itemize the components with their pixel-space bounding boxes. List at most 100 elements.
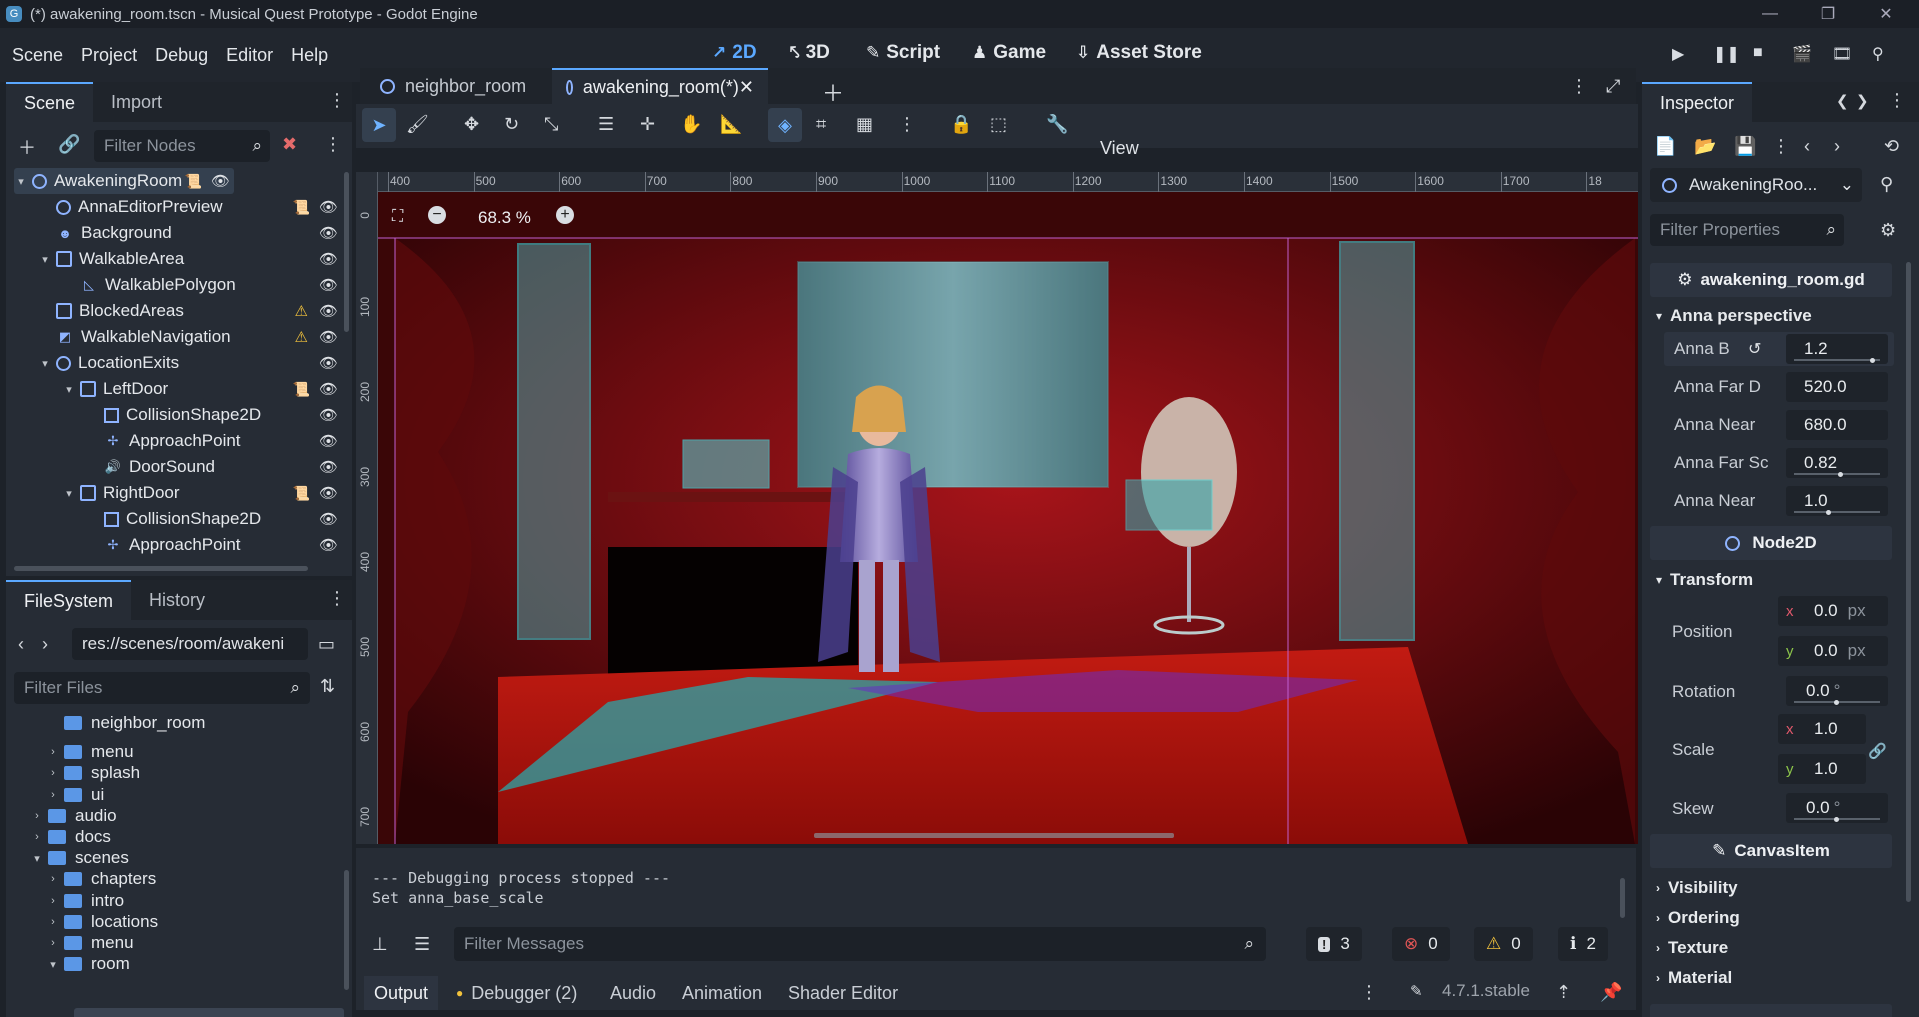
expand-arrow-icon[interactable]: › (46, 873, 60, 885)
expand-arrow-icon[interactable]: ▾ (62, 487, 76, 500)
visibility-eye-icon[interactable]: 👁 (319, 224, 338, 242)
filter-nodes-input[interactable]: Filter Nodes ⌕ (94, 130, 270, 162)
scene-tree-row[interactable]: ✢ ApproachPoint 👁 (14, 428, 342, 454)
menu-debug[interactable]: Debug (155, 45, 208, 66)
visibility-eye-icon[interactable]: 👁 (319, 380, 338, 398)
inspector-scrollbar[interactable] (1906, 262, 1911, 902)
slider-knob[interactable] (1870, 358, 1875, 363)
file-tree-row[interactable]: neighbor_room (14, 710, 205, 736)
scene-tree-row[interactable]: AnnaEditorPreview 👁 📜 (14, 194, 342, 220)
pin-panel-icon[interactable]: 📌 (1600, 982, 1622, 1003)
resource-menu-icon[interactable]: ⋮ (1772, 136, 1790, 157)
group-anna-perspective[interactable]: ▾ Anna perspective (1656, 306, 1812, 326)
section-visibility[interactable]: › Visibility (1656, 878, 1738, 898)
fs-menu-icon[interactable]: ⋮ (328, 588, 346, 609)
property-value-field[interactable]: 0.82 (1786, 448, 1888, 478)
ruler-mode-icon[interactable]: 📐 (720, 114, 742, 135)
scene-tree-row[interactable]: ▾ WalkableArea 👁 (14, 246, 342, 272)
move-mode-icon[interactable]: ✥ (464, 114, 479, 135)
info-toggle[interactable]: ℹ2 (1558, 927, 1608, 961)
list-select-icon[interactable]: ☰ (598, 114, 614, 135)
pause-icon[interactable]: ❚❚ (1713, 44, 1740, 64)
skew-slider-knob[interactable] (1834, 817, 1839, 822)
slider-knob[interactable] (1838, 472, 1843, 477)
script-icon[interactable]: 📜 (293, 199, 310, 216)
zoom-in-icon[interactable]: + (556, 206, 574, 224)
history-forward-icon[interactable]: ❯ (1856, 92, 1869, 110)
snap-menu-icon[interactable]: ⋮ (898, 114, 916, 135)
scene-options-icon[interactable]: ⋮ (324, 134, 342, 155)
scene-tree-row[interactable]: CollisionShape2D 👁 (14, 402, 342, 428)
close-tab-icon[interactable]: ✕ (739, 77, 754, 98)
grid-snap-icon[interactable]: ⌗ (816, 114, 826, 135)
output-scrollbar[interactable] (1620, 878, 1625, 918)
section-ordering[interactable]: › Ordering (1656, 908, 1740, 928)
back-icon[interactable]: ‹ (18, 634, 24, 655)
scene-tree-row[interactable]: ◩ WalkableNavigation 👁 ⚠ (14, 324, 342, 350)
expand-arrow-icon[interactable]: › (46, 937, 60, 949)
tab-audio[interactable]: Audio (600, 976, 666, 1010)
skew-field[interactable]: 0.0 ° (1786, 793, 1888, 823)
zoom-level[interactable]: 68.3 % (478, 208, 531, 228)
play-scene-icon[interactable]: 🎬 (1792, 44, 1812, 64)
visibility-eye-icon[interactable]: 👁 (211, 172, 230, 190)
scale-mode-icon[interactable]: ⤡ (544, 114, 558, 135)
workspace-2d[interactable]: ↗ 2D (712, 42, 757, 64)
menu-scene[interactable]: Scene (12, 45, 63, 66)
filter-files-input[interactable]: Filter Files ⌕ (14, 672, 310, 704)
scene-tree-hscrollbar[interactable] (14, 566, 308, 571)
link-scale-icon[interactable]: 🔗 (1868, 742, 1887, 760)
object-selector[interactable]: AwakeningRoo... ⌄ (1650, 168, 1862, 202)
restore-icon[interactable]: ❐ (1800, 0, 1856, 28)
scene-tree-row[interactable]: ✢ ApproachPoint 👁 (14, 532, 342, 558)
minimize-icon[interactable]: — (1742, 0, 1798, 28)
load-resource-icon[interactable]: 📂 (1694, 136, 1716, 157)
script-icon[interactable]: 📜 (185, 173, 202, 190)
forward-icon[interactable]: › (42, 634, 48, 655)
pan-mode-icon[interactable]: ✋ (680, 114, 702, 135)
movie-maker-icon[interactable]: ⚲ (1872, 44, 1884, 64)
scale-x-field[interactable]: x 1.0 (1778, 714, 1866, 744)
menu-help[interactable]: Help (291, 45, 328, 66)
tab-awakening-room[interactable]: awakening_room(*) ✕ (552, 68, 768, 104)
tab-shader-editor[interactable]: Shader Editor (778, 976, 908, 1010)
workspace-3d[interactable]: ⤣ 3D (790, 42, 830, 64)
viewport-2d[interactable]: ⛶ − 68.3 % + (378, 192, 1638, 844)
canvasitem-header[interactable]: ✎ CanvasItem (1650, 834, 1892, 868)
workspace-game[interactable]: ♟ Game (972, 42, 1046, 64)
distraction-free-icon[interactable]: ⤢ (1606, 76, 1620, 97)
errors-toggle[interactable]: ⊗ 0 (1392, 927, 1450, 961)
workspace-asset-store[interactable]: ⇩ Asset Store (1076, 42, 1202, 64)
messages-toggle[interactable]: ! 3 (1306, 927, 1362, 961)
scale-y-field[interactable]: y 1.0 (1778, 754, 1866, 784)
scene-tree-row[interactable]: ▾ LocationExits 👁 (14, 350, 342, 376)
visibility-eye-icon[interactable]: 👁 (319, 458, 338, 476)
scene-tree-row[interactable]: ▾ LeftDoor 👁 📜 (14, 376, 342, 402)
expand-arrow-icon[interactable]: ▾ (38, 357, 52, 370)
visibility-eye-icon[interactable]: 👁 (319, 484, 338, 502)
script-icon[interactable]: 📜 (293, 485, 310, 502)
expand-arrow-icon[interactable]: ▾ (30, 852, 44, 865)
rotate-mode-icon[interactable]: ↻ (504, 114, 519, 135)
expand-arrow-icon[interactable]: › (46, 789, 60, 801)
expand-arrow-icon[interactable]: › (46, 746, 60, 758)
dock-menu-icon[interactable]: ⋮ (328, 90, 346, 111)
workspace-script[interactable]: ✎ Script (866, 42, 940, 64)
warning-icon[interactable]: ⚠ (295, 328, 308, 346)
play-icon[interactable]: ▶ (1672, 44, 1684, 64)
scene-tree-row[interactable]: ☻ Background 👁 (14, 220, 342, 246)
center-view-icon[interactable]: ⛶ (392, 208, 403, 226)
scene-tree-row[interactable]: 🔊 DoorSound 👁 (14, 454, 342, 480)
next-object-icon[interactable]: › (1834, 136, 1840, 157)
tab-inspector[interactable]: Inspector (1642, 82, 1753, 122)
revert-icon[interactable]: ↺ (1748, 339, 1761, 359)
add-node-icon[interactable]: ＋ (18, 134, 36, 160)
remove-script-icon[interactable]: ✖ (282, 134, 297, 155)
position-x-field[interactable]: x 0.0 px (1778, 596, 1888, 626)
tab-import[interactable]: Import (93, 82, 180, 122)
warning-icon[interactable]: ⚠ (295, 302, 308, 320)
property-tools-icon[interactable]: ⚙ (1880, 220, 1896, 241)
editor-menu-icon[interactable]: ⋮ (1570, 76, 1588, 97)
property-value-field[interactable]: 1.0 (1786, 486, 1888, 516)
scene-tree-row[interactable]: ◺ WalkablePolygon 👁 (14, 272, 342, 298)
